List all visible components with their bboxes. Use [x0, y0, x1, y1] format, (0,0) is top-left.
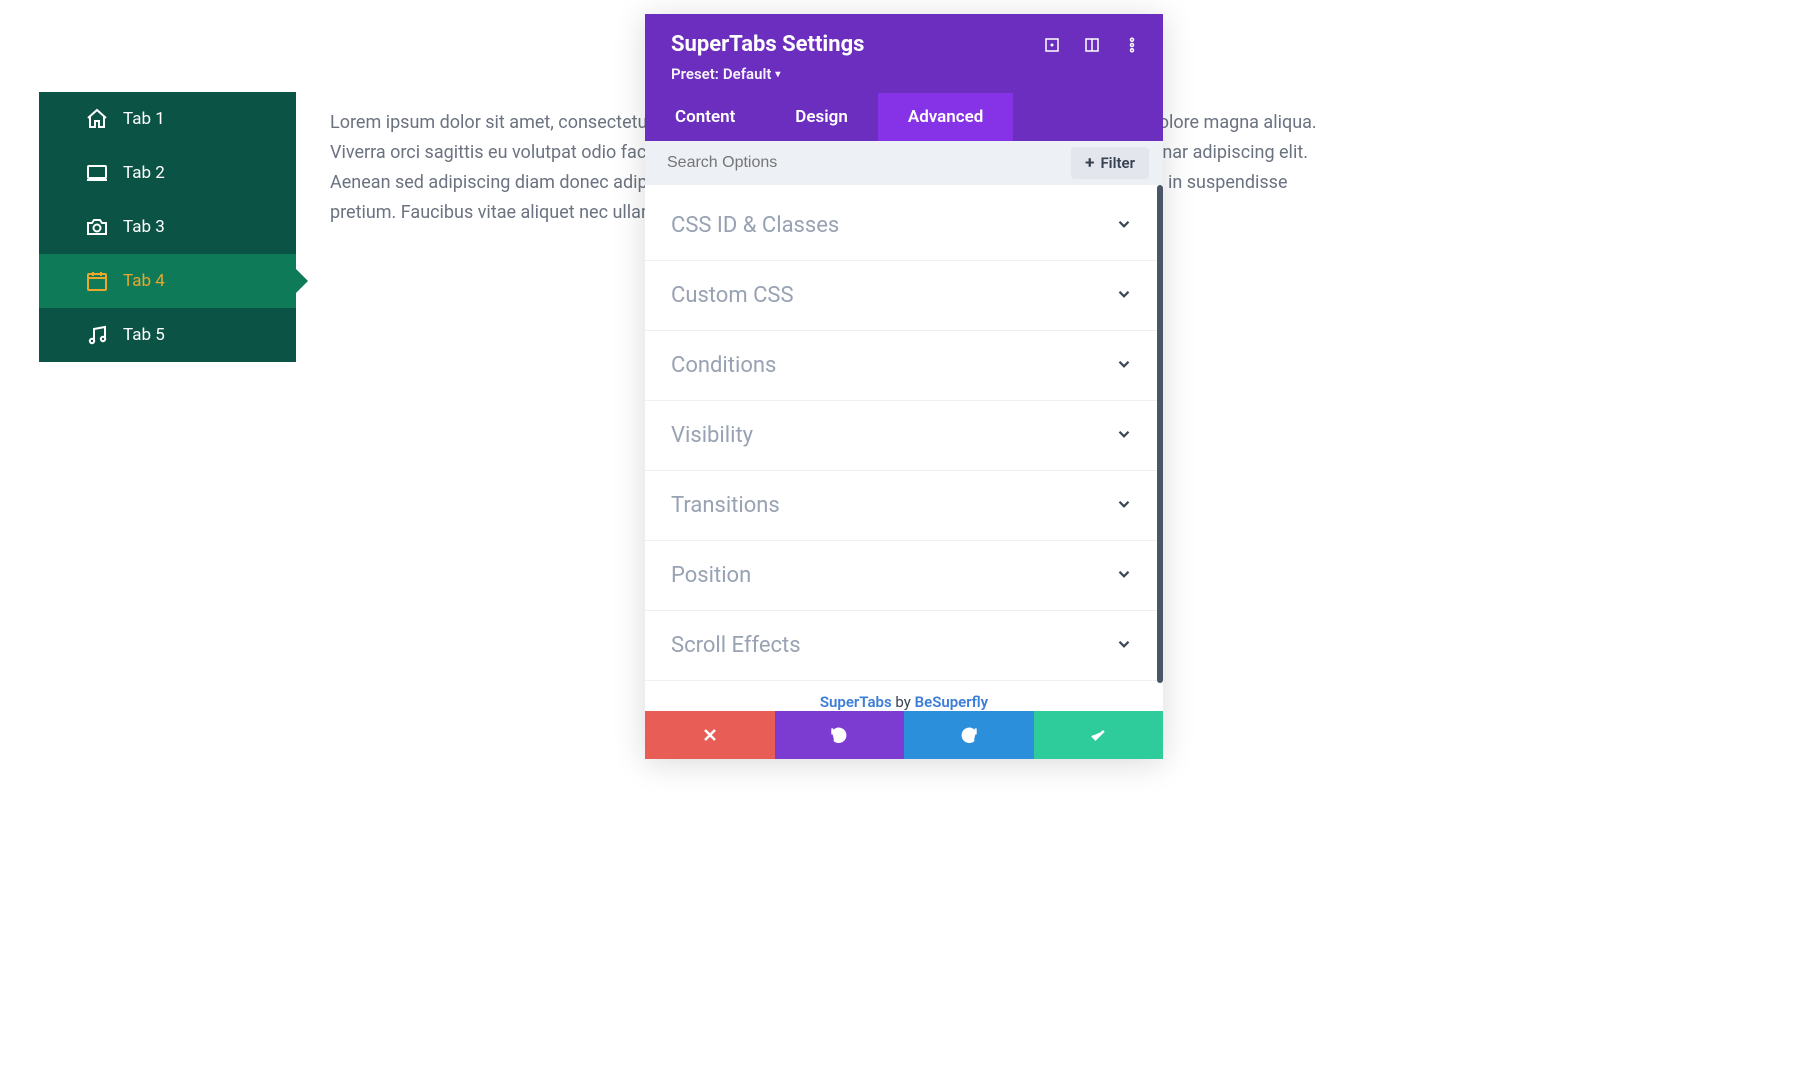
modal-tabs: Content Design Advanced [645, 93, 1163, 141]
music-icon [85, 323, 109, 347]
chevron-down-icon [1115, 285, 1133, 307]
tab-item-3[interactable]: Tab 3 [39, 200, 296, 254]
filter-button-label: Filter [1100, 154, 1135, 172]
undo-button[interactable] [775, 711, 905, 759]
columns-icon[interactable] [1083, 36, 1101, 54]
section-visibility[interactable]: Visibility [645, 401, 1163, 471]
section-transitions[interactable]: Transitions [645, 471, 1163, 541]
expand-icon[interactable] [1043, 36, 1061, 54]
section-css-id-classes[interactable]: CSS ID & Classes [645, 185, 1163, 261]
section-scroll-effects[interactable]: Scroll Effects [645, 611, 1163, 681]
save-button[interactable] [1034, 711, 1164, 759]
modal-footer [645, 711, 1163, 759]
tab-item-label: Tab 2 [123, 163, 165, 183]
tab-item-label: Tab 1 [123, 109, 165, 129]
tab-item-5[interactable]: Tab 5 [39, 308, 296, 362]
vertical-tab-nav: Tab 1 Tab 2 Tab 3 Tab 4 Tab 5 [39, 92, 296, 362]
sections-wrap: CSS ID & Classes Custom CSS Conditions V… [645, 185, 1163, 681]
tab-advanced[interactable]: Advanced [878, 93, 1014, 141]
section-title: Visibility [671, 423, 753, 448]
redo-button[interactable] [904, 711, 1034, 759]
section-title: Scroll Effects [671, 633, 801, 658]
cancel-button[interactable] [645, 711, 775, 759]
section-title: CSS ID & Classes [671, 213, 839, 238]
preset-label: Preset: [671, 65, 719, 83]
tab-item-1[interactable]: Tab 1 [39, 92, 296, 146]
preset-value: Default [723, 65, 772, 83]
chevron-down-icon [1115, 565, 1133, 587]
credit-author-link[interactable]: BeSuperfly [915, 693, 989, 711]
chevron-down-icon [1115, 355, 1133, 377]
camera-icon [85, 215, 109, 239]
chevron-down-icon [1115, 635, 1133, 657]
sections-list: CSS ID & Classes Custom CSS Conditions V… [645, 185, 1163, 681]
tab-design[interactable]: Design [765, 93, 878, 141]
preset-selector[interactable]: Preset: Default ▾ [671, 65, 1141, 83]
modal-header: SuperTabs Settings Preset: Default ▾ [645, 14, 1163, 93]
section-title: Conditions [671, 353, 776, 378]
laptop-icon [85, 161, 109, 185]
modal-header-actions [1043, 36, 1141, 54]
plus-icon: + [1085, 153, 1094, 173]
tab-item-2[interactable]: Tab 2 [39, 146, 296, 200]
search-filter-row: + Filter [645, 141, 1163, 185]
section-conditions[interactable]: Conditions [645, 331, 1163, 401]
filter-button[interactable]: + Filter [1071, 147, 1149, 179]
modal-title: SuperTabs Settings [671, 32, 864, 57]
chevron-down-icon [1115, 495, 1133, 517]
section-title: Custom CSS [671, 283, 794, 308]
section-title: Position [671, 563, 751, 588]
settings-modal: SuperTabs Settings Preset: Default ▾ Con… [645, 14, 1163, 759]
credit-by: by [895, 693, 910, 711]
tab-item-label: Tab 5 [123, 325, 165, 345]
tab-item-label: Tab 3 [123, 217, 165, 237]
section-position[interactable]: Position [645, 541, 1163, 611]
chevron-down-icon [1115, 215, 1133, 237]
tab-item-label: Tab 4 [123, 271, 165, 291]
section-title: Transitions [671, 493, 780, 518]
tab-content[interactable]: Content [645, 93, 765, 141]
section-custom-css[interactable]: Custom CSS [645, 261, 1163, 331]
home-icon [85, 107, 109, 131]
kebab-menu-icon[interactable] [1123, 36, 1141, 54]
tab-item-4[interactable]: Tab 4 [39, 254, 296, 308]
credit-product-link[interactable]: SuperTabs [820, 693, 892, 711]
chevron-down-icon: ▾ [775, 69, 780, 80]
calendar-icon [85, 269, 109, 293]
chevron-down-icon [1115, 425, 1133, 447]
search-input[interactable] [667, 144, 1071, 182]
credit-line: SuperTabs by BeSuperfly [645, 681, 1163, 711]
scrollbar[interactable] [1157, 185, 1163, 683]
